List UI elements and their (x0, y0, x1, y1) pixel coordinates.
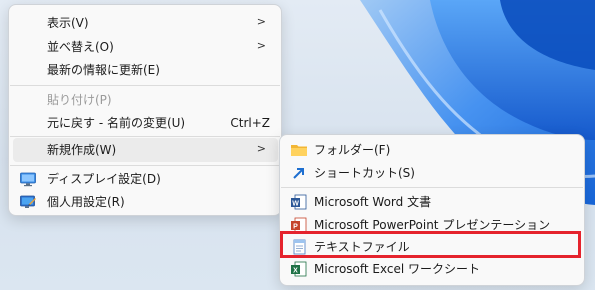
chevron-right-icon: > (256, 142, 266, 155)
menu-item-view-label: 表示(V) (47, 16, 89, 30)
submenu-item-folder-label: フォルダー(F) (314, 143, 391, 157)
chevron-right-icon: > (256, 39, 266, 52)
submenu-item-word[interactable]: W Microsoft Word 文書 (284, 190, 581, 214)
folder-icon (290, 141, 308, 159)
menu-separator (10, 136, 280, 137)
submenu-item-word-label: Microsoft Word 文書 (314, 195, 432, 209)
menu-separator (281, 187, 583, 188)
menu-item-view[interactable]: 表示(V) > (13, 11, 278, 35)
svg-text:X: X (293, 268, 298, 275)
menu-separator (10, 85, 280, 86)
shortcut-arrow-icon (290, 164, 308, 182)
menu-item-paste-label: 貼り付け(P) (47, 93, 112, 107)
word-icon: W (290, 193, 308, 211)
submenu-item-shortcut-label: ショートカット(S) (314, 166, 415, 180)
new-submenu: フォルダー(F) ショートカット(S) W Microsoft Word 文書 (279, 134, 585, 286)
menu-item-undo-shortcut: Ctrl+Z (230, 116, 270, 130)
menu-item-new-label: 新規作成(W) (47, 143, 117, 157)
submenu-item-shortcut[interactable]: ショートカット(S) (284, 161, 581, 185)
desktop-context-menu: 表示(V) > 並べ替え(O) > 最新の情報に更新(E) 貼り付け(P) 元に… (8, 4, 282, 216)
menu-item-sort[interactable]: 並べ替え(O) > (13, 35, 278, 59)
chevron-right-icon: > (256, 15, 266, 28)
excel-icon: X (290, 260, 308, 278)
svg-text:P: P (293, 224, 298, 231)
submenu-item-excel-label: Microsoft Excel ワークシート (314, 262, 481, 276)
menu-item-refresh[interactable]: 最新の情報に更新(E) (13, 58, 278, 82)
menu-item-paste[interactable]: 貼り付け(P) (13, 88, 278, 112)
menu-item-display-settings-label: ディスプレイ設定(D) (47, 172, 161, 186)
menu-item-new[interactable]: 新規作成(W) > (13, 138, 278, 162)
submenu-item-excel[interactable]: X Microsoft Excel ワークシート (284, 257, 581, 281)
menu-item-personalize[interactable]: 個人用設定(R) (13, 190, 278, 214)
menu-item-refresh-label: 最新の情報に更新(E) (47, 63, 160, 77)
personalize-icon (19, 193, 37, 211)
text-file-highlight-box (280, 231, 581, 258)
menu-item-display-settings[interactable]: ディスプレイ設定(D) (13, 167, 278, 191)
menu-item-undo-rename-label: 元に戻す - 名前の変更(U) (47, 116, 186, 130)
menu-item-sort-label: 並べ替え(O) (47, 40, 114, 54)
display-icon (19, 170, 37, 188)
menu-item-undo-rename[interactable]: 元に戻す - 名前の変更(U) Ctrl+Z (13, 111, 278, 135)
menu-separator (10, 165, 280, 166)
submenu-item-folder[interactable]: フォルダー(F) (284, 138, 581, 162)
svg-text:W: W (292, 201, 299, 208)
menu-item-personalize-label: 個人用設定(R) (47, 195, 125, 209)
